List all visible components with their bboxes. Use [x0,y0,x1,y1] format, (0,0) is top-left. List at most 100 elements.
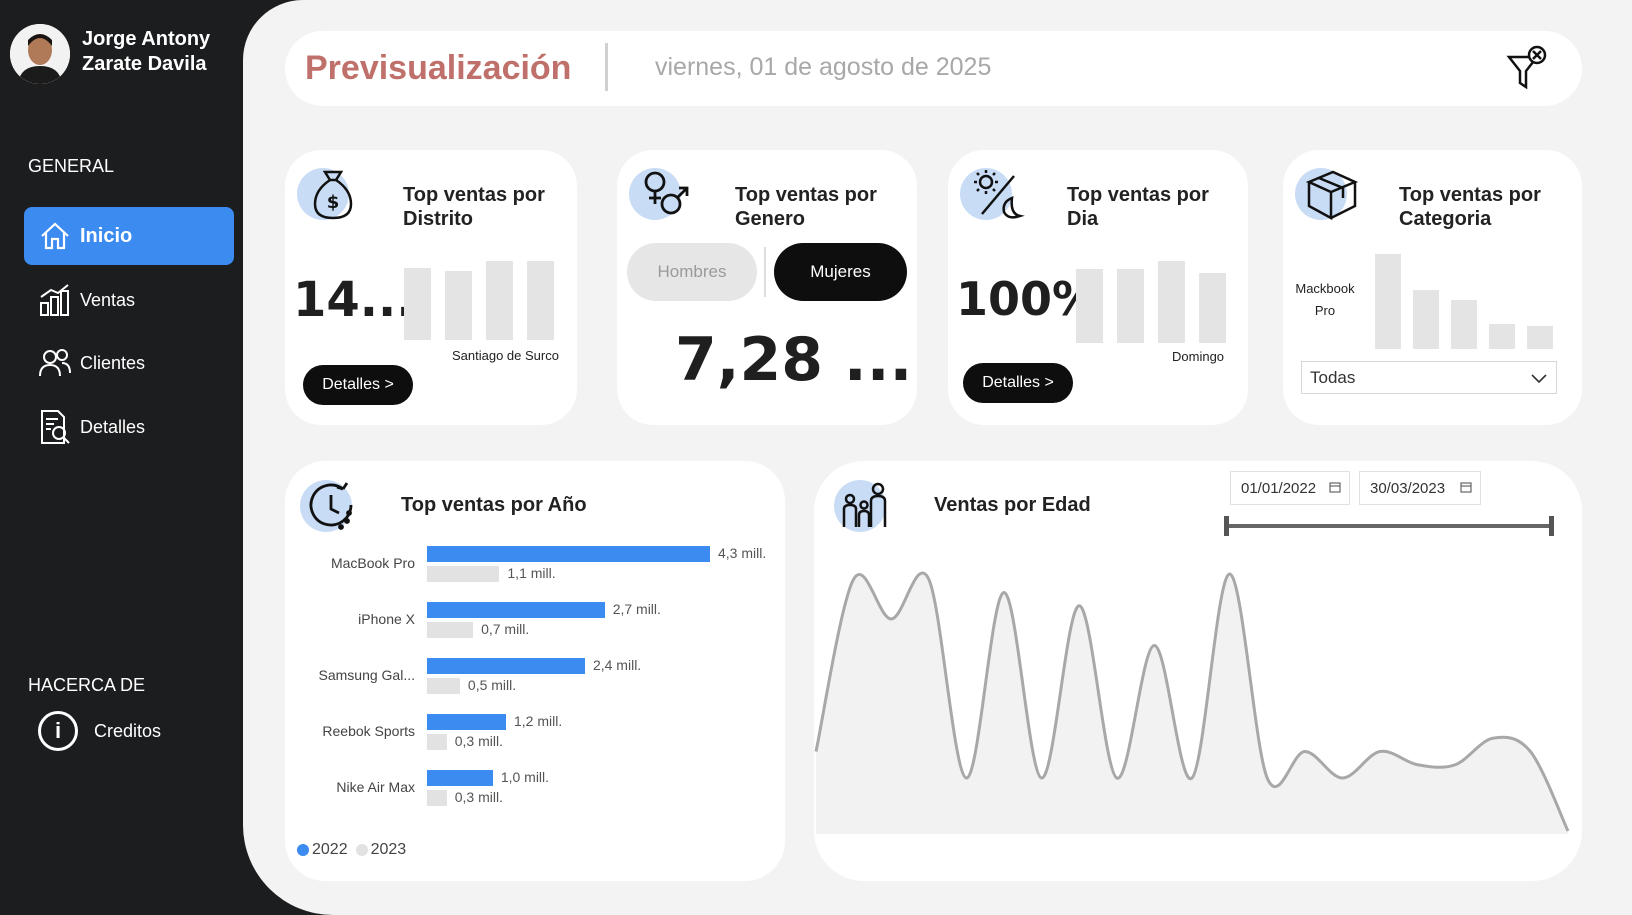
mini-bar [486,260,513,340]
header-date: viernes, 01 de agosto de 2025 [655,53,992,81]
bar-2023[interactable] [427,566,500,582]
sidebar-item-label: Ventas [80,289,136,310]
mini-bar [1158,261,1185,343]
data-label: 0,7 mill. [481,621,530,637]
date-range-slider[interactable] [1222,514,1556,538]
card-title-line2: Categoria [1399,208,1492,230]
mini-bar [1489,324,1515,349]
users-icon [38,346,72,380]
mini-bar [1076,269,1103,343]
card-title-line1: Top ventas por [1399,184,1541,206]
svg-text:$: $ [327,192,340,213]
card-title: Top ventas por Dia [1067,183,1209,231]
mini-bar [1199,272,1226,343]
card-title: Top ventas por Distrito [403,183,545,231]
kpi-value: 14... [293,272,415,328]
calendar-icon [1329,482,1341,493]
credits-button[interactable]: i Creditos [38,711,161,751]
details-button[interactable]: Detalles > [963,363,1073,403]
bar-2023[interactable] [427,734,447,750]
bar-chart-icon [38,283,72,317]
mini-bar [404,267,431,340]
gender-icon [644,171,689,215]
sidebar: Jorge Antony Zarate Davila GENERAL Inici… [0,0,245,915]
header-bar: Previsualización viernes, 01 de agosto d… [285,31,1582,106]
card-top-dia: Top ventas por Dia 100% Domingo Detalles… [948,150,1248,425]
user-name: Jorge Antony Zarate Davila [82,27,210,77]
data-label: 0,3 mill. [454,733,503,749]
card-title-line2: Distrito [403,208,473,230]
card-top-genero: Top ventas por Genero Hombres Mujeres 7,… [617,150,917,425]
mini-bar [445,271,472,340]
home-icon [38,219,72,253]
toggle-mujeres[interactable]: Mujeres [774,243,907,301]
date-from-input[interactable]: 01/01/2022 [1230,471,1350,505]
mini-bar [527,260,554,340]
document-search-icon [38,410,72,444]
card-title: Top ventas por Categoria [1399,183,1541,231]
chart-legend: 2022 2023 [297,841,406,859]
bar-2022[interactable] [427,714,506,730]
calendar-icon [1460,482,1472,493]
bar-caption: Domingo [1172,349,1225,364]
bar-caption-line1: Mackbook [1295,281,1355,296]
date-from-value: 01/01/2022 [1241,479,1317,497]
bar-2022[interactable] [427,602,605,618]
bar-2023[interactable] [427,622,474,638]
page-title: Previsualización [305,49,572,87]
sidebar-item-ventas[interactable]: Ventas [24,271,234,329]
data-label: 0,5 mill. [467,677,517,693]
area-fill [816,572,1568,834]
toggle-divider [764,247,766,297]
bar-caption-line2: Pro [1314,303,1336,318]
card-title-line2: Genero [735,208,806,230]
clear-filter-icon [1506,45,1547,90]
bar-2022[interactable] [427,546,710,562]
data-label: 0,3 mill. [454,789,503,805]
sidebar-item-inicio[interactable]: Inicio [24,207,234,265]
bar-2023[interactable] [427,790,447,806]
category-label: MacBook Pro [330,555,415,571]
sidebar-item-detalles[interactable]: Detalles [24,398,234,456]
card-title-line2: Dia [1067,208,1099,230]
slider-handle-end[interactable] [1549,516,1554,536]
mini-bar [1117,269,1144,343]
data-label: 2,7 mill. [612,601,661,617]
bar-2022[interactable] [427,770,493,786]
chevron-down-icon [1531,374,1547,384]
mini-bar [1413,290,1439,349]
mini-bar [1527,326,1553,349]
mini-bar [1451,299,1477,349]
toggle-hombres[interactable]: Hombres [627,243,757,301]
category-label: Reebok Sports [322,723,415,739]
card-title-line1: Top ventas por [1067,184,1209,206]
data-label: 2,4 mill. [592,657,642,673]
mini-bar [1375,254,1401,349]
kpi-value: 7,28 ... [675,325,913,395]
legend-dot-2023 [355,844,368,856]
card-title: Top ventas por Genero [735,183,877,231]
card-title: Top ventas por Año [401,494,587,516]
box-icon [1305,170,1359,221]
header-divider [605,43,608,91]
avatar[interactable] [10,24,70,84]
sidebar-item-clientes[interactable]: Clientes [24,334,234,392]
legend-label-2023: 2023 [370,841,407,858]
section-about-label: HACERCA DE [28,675,146,695]
card-title-line1: Top ventas por [403,184,545,206]
category-select[interactable]: Todas [1301,361,1557,394]
legend-label-2022: 2022 [312,841,348,858]
day-night-icon [974,170,1025,219]
data-label: 1,2 mill. [513,713,563,729]
clock-icon [309,482,353,530]
details-button[interactable]: Detalles > [303,365,413,405]
bar-2023[interactable] [427,678,460,694]
clear-filter-button[interactable] [1506,45,1552,91]
bar-caption: Mackbook Pro [1295,278,1355,322]
date-to-input[interactable]: 30/03/2023 [1359,471,1481,505]
data-label: 1,1 mill. [507,565,556,581]
bar-2022[interactable] [427,658,585,674]
category-label: iPhone X [358,611,415,627]
slider-handle-start[interactable] [1224,516,1229,536]
legend-dot-2022 [297,844,309,856]
